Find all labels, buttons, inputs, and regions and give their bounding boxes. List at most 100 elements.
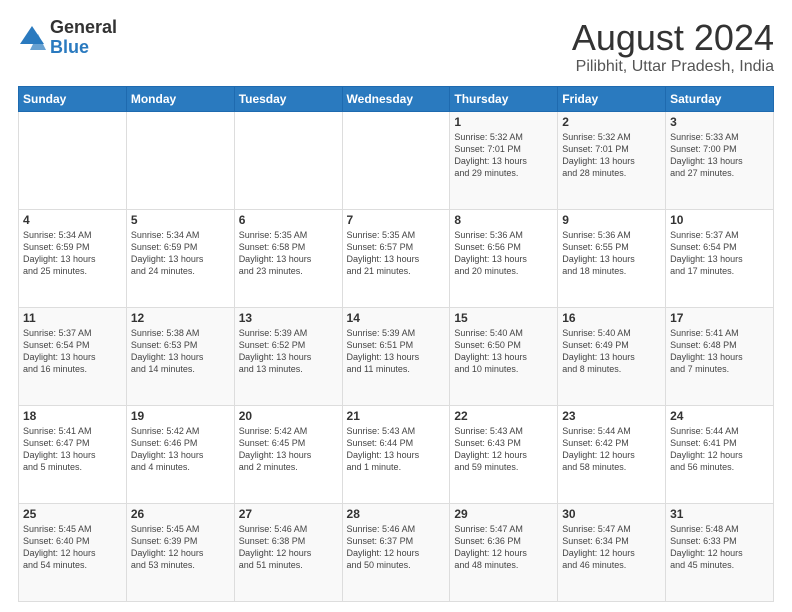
calendar-cell: [234, 111, 342, 209]
calendar-cell: 9Sunrise: 5:36 AM Sunset: 6:55 PM Daylig…: [558, 209, 666, 307]
calendar-cell: 18 Sunrise: 5:41 AM Sunset: 6:47 PM Dayli…: [19, 405, 127, 503]
calendar-cell: 23 Sunrise: 5:44 AM Sunset: 6:42 PM Dayli…: [558, 405, 666, 503]
day-number: 8: [454, 213, 553, 227]
calendar-cell: 7 Sunrise: 5:35 AM Sunset: 6:57 PM Daylig…: [342, 209, 450, 307]
calendar-header-friday: Friday: [558, 86, 666, 111]
calendar-cell: 28Sunrise: 5:46 AM Sunset: 6:37 PM Dayli…: [342, 503, 450, 601]
calendar-cell: 15Sunrise: 5:40 AM Sunset: 6:50 PM Dayli…: [450, 307, 558, 405]
calendar-cell: 26 Sunrise: 5:45 AM Sunset: 6:39 PM Dayli…: [126, 503, 234, 601]
calendar-week-row: 11Sunrise: 5:37 AM Sunset: 6:54 PM Dayli…: [19, 307, 774, 405]
day-number: 18: [23, 409, 122, 423]
day-number: 6: [239, 213, 338, 227]
calendar-cell: 2 Sunrise: 5:32 AM Sunset: 7:01 PM Daylig…: [558, 111, 666, 209]
calendar-cell: 3 Sunrise: 5:33 AM Sunset: 7:00 PM Daylig…: [666, 111, 774, 209]
day-number: 30: [562, 507, 661, 521]
day-number: 26: [131, 507, 230, 521]
calendar-cell: 30 Sunrise: 5:47 AM Sunset: 6:34 PM Dayli…: [558, 503, 666, 601]
calendar-week-row: 1 Sunrise: 5:32 AM Sunset: 7:01 PM Daylig…: [19, 111, 774, 209]
day-number: 3: [670, 115, 769, 129]
day-info: Sunrise: 5:42 AM Sunset: 6:45 PM Dayligh…: [239, 425, 338, 474]
day-number: 5: [131, 213, 230, 227]
day-info: Sunrise: 5:42 AM Sunset: 6:46 PM Dayligh…: [131, 425, 230, 474]
day-number: 28: [347, 507, 446, 521]
day-info: Sunrise: 5:45 AM Sunset: 6:39 PM Dayligh…: [131, 523, 230, 572]
day-info: Sunrise: 5:47 AM Sunset: 6:36 PM Dayligh…: [454, 523, 553, 572]
day-number: 7: [347, 213, 446, 227]
day-info: Sunrise: 5:34 AM Sunset: 6:59 PM Dayligh…: [23, 229, 122, 278]
day-number: 16: [562, 311, 661, 325]
logo-icon: [18, 24, 46, 52]
day-info: Sunrise: 5:37 AM Sunset: 6:54 PM Dayligh…: [23, 327, 122, 376]
day-number: 19: [131, 409, 230, 423]
calendar-cell: 24Sunrise: 5:44 AM Sunset: 6:41 PM Dayli…: [666, 405, 774, 503]
calendar-cell: 21 Sunrise: 5:43 AM Sunset: 6:44 PM Dayli…: [342, 405, 450, 503]
calendar-cell: [342, 111, 450, 209]
calendar-header-row: SundayMondayTuesdayWednesdayThursdayFrid…: [19, 86, 774, 111]
day-info: Sunrise: 5:44 AM Sunset: 6:42 PM Dayligh…: [562, 425, 661, 474]
day-number: 14: [347, 311, 446, 325]
day-number: 31: [670, 507, 769, 521]
day-number: 21: [347, 409, 446, 423]
day-info: Sunrise: 5:39 AM Sunset: 6:51 PM Dayligh…: [347, 327, 446, 376]
logo-text: General Blue: [50, 18, 117, 58]
day-info: Sunrise: 5:45 AM Sunset: 6:40 PM Dayligh…: [23, 523, 122, 572]
day-info: Sunrise: 5:32 AM Sunset: 7:01 PM Dayligh…: [562, 131, 661, 180]
day-info: Sunrise: 5:39 AM Sunset: 6:52 PM Dayligh…: [239, 327, 338, 376]
calendar-cell: 4 Sunrise: 5:34 AM Sunset: 6:59 PM Daylig…: [19, 209, 127, 307]
day-info: Sunrise: 5:35 AM Sunset: 6:57 PM Dayligh…: [347, 229, 446, 278]
calendar-header-thursday: Thursday: [450, 86, 558, 111]
day-number: 24: [670, 409, 769, 423]
day-number: 12: [131, 311, 230, 325]
day-info: Sunrise: 5:33 AM Sunset: 7:00 PM Dayligh…: [670, 131, 769, 180]
calendar-header-monday: Monday: [126, 86, 234, 111]
logo: General Blue: [18, 18, 117, 58]
day-info: Sunrise: 5:36 AM Sunset: 6:56 PM Dayligh…: [454, 229, 553, 278]
day-info: Sunrise: 5:40 AM Sunset: 6:49 PM Dayligh…: [562, 327, 661, 376]
day-number: 1: [454, 115, 553, 129]
day-number: 15: [454, 311, 553, 325]
day-number: 29: [454, 507, 553, 521]
calendar-week-row: 4 Sunrise: 5:34 AM Sunset: 6:59 PM Daylig…: [19, 209, 774, 307]
day-number: 13: [239, 311, 338, 325]
day-number: 22: [454, 409, 553, 423]
month-title: August 2024: [572, 18, 774, 58]
calendar-cell: 20 Sunrise: 5:42 AM Sunset: 6:45 PM Dayli…: [234, 405, 342, 503]
location: Pilibhit, Uttar Pradesh, India: [572, 58, 774, 76]
logo-blue-text: Blue: [50, 38, 117, 58]
day-info: Sunrise: 5:37 AM Sunset: 6:54 PM Dayligh…: [670, 229, 769, 278]
day-number: 20: [239, 409, 338, 423]
day-number: 23: [562, 409, 661, 423]
calendar-cell: 19 Sunrise: 5:42 AM Sunset: 6:46 PM Dayli…: [126, 405, 234, 503]
calendar-cell: 10Sunrise: 5:37 AM Sunset: 6:54 PM Dayli…: [666, 209, 774, 307]
day-info: Sunrise: 5:43 AM Sunset: 6:44 PM Dayligh…: [347, 425, 446, 474]
day-number: 2: [562, 115, 661, 129]
day-info: Sunrise: 5:34 AM Sunset: 6:59 PM Dayligh…: [131, 229, 230, 278]
day-info: Sunrise: 5:35 AM Sunset: 6:58 PM Dayligh…: [239, 229, 338, 278]
day-info: Sunrise: 5:47 AM Sunset: 6:34 PM Dayligh…: [562, 523, 661, 572]
title-block: August 2024 Pilibhit, Uttar Pradesh, Ind…: [572, 18, 774, 76]
calendar-cell: 5 Sunrise: 5:34 AM Sunset: 6:59 PM Daylig…: [126, 209, 234, 307]
calendar-cell: 31Sunrise: 5:48 AM Sunset: 6:33 PM Dayli…: [666, 503, 774, 601]
header: General Blue August 2024 Pilibhit, Uttar…: [18, 18, 774, 76]
calendar-cell: 17Sunrise: 5:41 AM Sunset: 6:48 PM Dayli…: [666, 307, 774, 405]
day-info: Sunrise: 5:38 AM Sunset: 6:53 PM Dayligh…: [131, 327, 230, 376]
day-info: Sunrise: 5:41 AM Sunset: 6:47 PM Dayligh…: [23, 425, 122, 474]
day-info: Sunrise: 5:32 AM Sunset: 7:01 PM Dayligh…: [454, 131, 553, 180]
calendar-header-sunday: Sunday: [19, 86, 127, 111]
day-number: 17: [670, 311, 769, 325]
day-info: Sunrise: 5:43 AM Sunset: 6:43 PM Dayligh…: [454, 425, 553, 474]
calendar-week-row: 18 Sunrise: 5:41 AM Sunset: 6:47 PM Dayli…: [19, 405, 774, 503]
calendar-cell: 1 Sunrise: 5:32 AM Sunset: 7:01 PM Daylig…: [450, 111, 558, 209]
calendar-cell: 25 Sunrise: 5:45 AM Sunset: 6:40 PM Dayli…: [19, 503, 127, 601]
day-number: 4: [23, 213, 122, 227]
calendar-cell: 6 Sunrise: 5:35 AM Sunset: 6:58 PM Daylig…: [234, 209, 342, 307]
calendar-week-row: 25 Sunrise: 5:45 AM Sunset: 6:40 PM Dayli…: [19, 503, 774, 601]
calendar-cell: 11Sunrise: 5:37 AM Sunset: 6:54 PM Dayli…: [19, 307, 127, 405]
calendar-cell: 13 Sunrise: 5:39 AM Sunset: 6:52 PM Dayli…: [234, 307, 342, 405]
calendar-table: SundayMondayTuesdayWednesdayThursdayFrid…: [18, 86, 774, 602]
day-number: 25: [23, 507, 122, 521]
calendar-cell: 22 Sunrise: 5:43 AM Sunset: 6:43 PM Dayli…: [450, 405, 558, 503]
day-info: Sunrise: 5:36 AM Sunset: 6:55 PM Dayligh…: [562, 229, 661, 278]
calendar-cell: 14 Sunrise: 5:39 AM Sunset: 6:51 PM Dayli…: [342, 307, 450, 405]
day-number: 27: [239, 507, 338, 521]
